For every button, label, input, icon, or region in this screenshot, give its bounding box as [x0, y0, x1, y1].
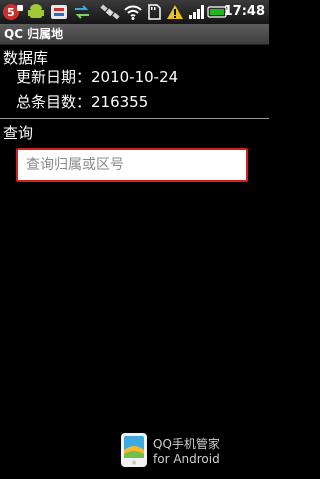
query-heading: 查询 — [3, 124, 34, 142]
app-title: QC 归属地 — [4, 27, 64, 41]
database-heading: 数据库 — [3, 49, 49, 67]
signal-icon — [189, 5, 204, 19]
qq-phone-manager-logo-icon — [121, 433, 147, 467]
brand-name: QQ手机管家 — [153, 437, 220, 451]
sd-card-icon — [148, 4, 161, 20]
svg-text:5: 5 — [7, 6, 15, 19]
status-time: 17:48 — [223, 4, 265, 19]
search-input[interactable] — [16, 148, 248, 182]
section-divider — [0, 118, 269, 119]
satellite-icon — [100, 4, 120, 20]
transfer-icon — [75, 5, 89, 19]
title-bar: QC 归属地 — [0, 24, 269, 45]
notification-badge-icon[interactable]: 5 — [2, 3, 24, 21]
brand-platform: for Android — [153, 452, 220, 466]
status-bar: 5 17:48 — [0, 0, 269, 25]
wifi-icon — [124, 5, 142, 20]
dock-icon — [51, 5, 67, 19]
android-icon — [28, 4, 44, 18]
update-date-text: 更新日期：2010-10-24 — [16, 68, 179, 86]
warning-icon — [167, 5, 183, 19]
total-count-text: 总条目数：216355 — [16, 93, 149, 111]
app-screen: 5 17:48 QC 归属地 数据库 更新日期：2010-10-24 总条目数：… — [0, 0, 269, 479]
